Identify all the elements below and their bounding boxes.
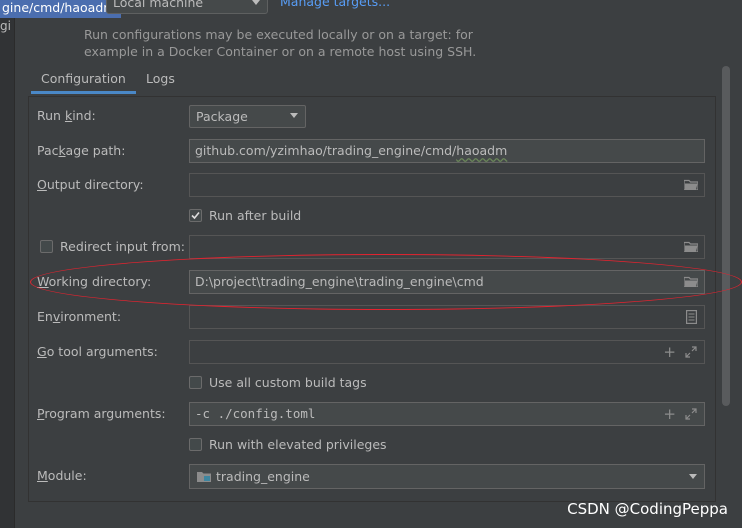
module-label: Module: (37, 468, 87, 483)
package-path-label: Package path: (37, 143, 126, 158)
program-arguments-input[interactable]: -c ./config.toml + (189, 402, 705, 426)
module-select[interactable]: trading_engine (189, 464, 705, 489)
chevron-down-icon (290, 113, 298, 118)
run-after-build-checkbox[interactable] (189, 209, 202, 222)
tab-logs[interactable]: Logs (136, 64, 185, 94)
output-directory-label: Output directory: (37, 177, 144, 192)
checkmark-icon (191, 211, 200, 220)
expand-icon[interactable] (685, 346, 697, 358)
left-tree-stub: gi (0, 19, 11, 33)
run-target-value: Local machine (113, 0, 204, 10)
elevated-privileges-label: Run with elevated privileges (209, 437, 387, 452)
module-icon (197, 472, 211, 482)
run-target-select[interactable]: Local machine (106, 0, 268, 14)
run-kind-value: Package (196, 109, 248, 124)
environment-label: Environment: (37, 309, 122, 324)
selected-run-config-item[interactable]: gine/cmd/haoadm (0, 0, 122, 18)
redirect-input-checkbox[interactable] (40, 240, 53, 253)
run-kind-label: Run kind: (37, 108, 96, 123)
program-arguments-label: Program arguments: (37, 406, 166, 421)
tab-configuration[interactable]: Configuration (31, 64, 136, 94)
chevron-down-icon (689, 474, 697, 479)
package-path-input[interactable]: github.com/yzimhao/trading_engine/cmd/ha… (189, 139, 705, 163)
watermark: CSDN @CodingPeppa (567, 500, 728, 518)
run-target-description: Run configurations may be executed local… (84, 27, 477, 59)
elevated-privileges-checkbox[interactable] (189, 438, 202, 451)
run-kind-select[interactable]: Package (189, 105, 306, 128)
document-icon[interactable] (686, 310, 697, 324)
output-directory-input[interactable] (189, 173, 705, 197)
go-tool-arguments-label: Go tool arguments: (37, 344, 158, 359)
left-tool-strip (0, 0, 14, 528)
expand-icon[interactable] (685, 408, 697, 420)
plus-icon[interactable]: + (663, 406, 676, 422)
left-divider (14, 18, 15, 528)
redirect-input-label: Redirect input from: (60, 239, 185, 254)
manage-targets-link[interactable]: Manage targets... (280, 0, 390, 9)
plus-icon[interactable]: + (663, 344, 676, 360)
go-tool-arguments-input[interactable]: + (189, 340, 705, 364)
chevron-down-icon (252, 0, 260, 5)
vertical-scrollbar[interactable] (722, 66, 730, 406)
folder-icon[interactable] (684, 179, 698, 190)
module-value: trading_engine (216, 469, 310, 484)
folder-icon[interactable] (684, 241, 698, 252)
custom-build-tags-label: Use all custom build tags (209, 375, 367, 390)
custom-build-tags-checkbox[interactable] (189, 376, 202, 389)
annotation-ellipse (30, 254, 742, 310)
run-after-build-label: Run after build (209, 208, 302, 223)
